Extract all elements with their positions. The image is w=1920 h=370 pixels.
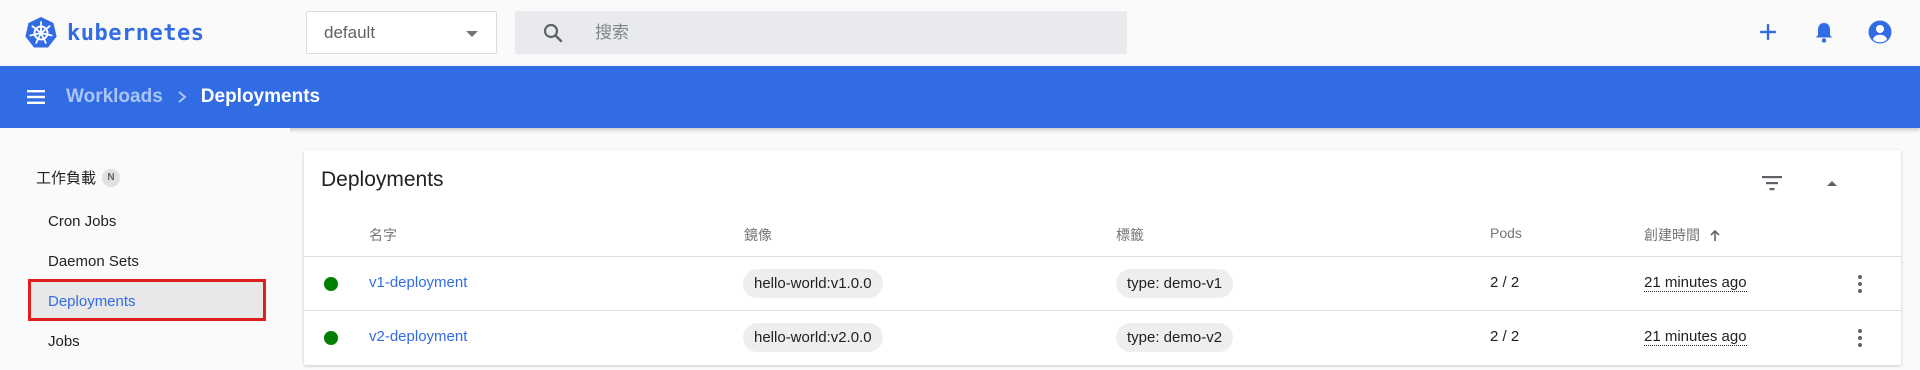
filter-icon[interactable] [1759, 170, 1785, 196]
created-time: 21 minutes ago [1644, 328, 1747, 346]
sidebar-item-jobs[interactable]: Jobs [30, 322, 264, 360]
deployments-card: Deployments 名字 鏡像 標籤 Pods 創建時間 v1-deploy… [304, 150, 1901, 365]
namespaced-badge: N [102, 168, 121, 187]
column-header-labels: 標籤 [1116, 227, 1144, 243]
sidebar-section-label: 工作負載 [36, 170, 97, 187]
menu-icon[interactable] [24, 85, 48, 109]
sidebar-item-label: Daemon Sets [48, 252, 139, 270]
search-bar[interactable] [515, 11, 1127, 54]
breadcrumb-workloads-link[interactable]: Workloads [66, 86, 163, 108]
image-chip: hello-world:v2.0.0 [743, 323, 883, 352]
sidebar-item-label: Jobs [48, 332, 80, 350]
column-header-created[interactable]: 創建時間 [1644, 225, 1722, 245]
plus-icon[interactable] [1754, 18, 1782, 46]
pods-count: 2 / 2 [1490, 274, 1520, 291]
helm-wheel-icon [25, 17, 57, 48]
more-vert-icon[interactable] [1848, 272, 1872, 296]
kubernetes-logo[interactable]: kubernetes [24, 16, 204, 50]
namespace-value: default [324, 22, 376, 42]
sidebar-item-cron-jobs[interactable]: Cron Jobs [30, 202, 264, 240]
caret-down-icon [466, 31, 478, 37]
status-ok-icon [324, 331, 338, 345]
card-title: Deployments [321, 168, 444, 191]
sidebar-item-deployments[interactable]: Deployments [30, 282, 264, 320]
sidebar-item-daemon-sets[interactable]: Daemon Sets [30, 242, 264, 280]
table-row: v2-deployment hello-world:v2.0.0 type: d… [304, 311, 1901, 364]
deployment-name-link[interactable]: v1-deployment [369, 274, 467, 291]
chevron-right-icon [178, 91, 187, 103]
bell-icon[interactable] [1810, 18, 1838, 46]
more-vert-icon[interactable] [1848, 326, 1872, 350]
breadcrumb-current: Deployments [200, 86, 321, 107]
caret-up-icon[interactable] [1819, 170, 1845, 196]
column-header-created-label: 創建時間 [1644, 227, 1700, 243]
sidebar-item-label: Deployments [48, 292, 136, 310]
account-icon[interactable] [1866, 18, 1894, 46]
header-actions [1754, 18, 1894, 46]
label-chip: type: demo-v1 [1116, 269, 1234, 298]
status-ok-icon [324, 277, 338, 291]
column-header-images: 鏡像 [744, 227, 772, 243]
column-header-name[interactable]: 名字 [369, 225, 397, 245]
created-time: 21 minutes ago [1644, 274, 1747, 292]
sidebar: 工作負載 N Cron Jobs Daemon Sets Deployments… [0, 128, 290, 370]
top-toolbar: kubernetes default [0, 0, 1920, 65]
search-input[interactable] [595, 11, 1095, 54]
breadcrumb-bar: Workloads Deployments [0, 66, 1920, 128]
sidebar-section-workloads[interactable]: 工作負載 N [36, 167, 121, 188]
arrow-up-icon [1710, 230, 1720, 242]
pods-count: 2 / 2 [1490, 328, 1520, 345]
deployment-name-link[interactable]: v2-deployment [369, 328, 467, 345]
image-chip: hello-world:v1.0.0 [743, 269, 883, 298]
label-chip: type: demo-v2 [1116, 323, 1234, 352]
column-header-pods: Pods [1490, 225, 1522, 241]
brand-name: kubernetes [67, 20, 205, 46]
sidebar-item-label: Cron Jobs [48, 212, 117, 230]
search-icon [543, 23, 563, 43]
breadcrumb: Workloads Deployments [66, 66, 320, 128]
namespace-select[interactable]: default [306, 11, 497, 54]
table-row: v1-deployment hello-world:v1.0.0 type: d… [304, 257, 1901, 310]
